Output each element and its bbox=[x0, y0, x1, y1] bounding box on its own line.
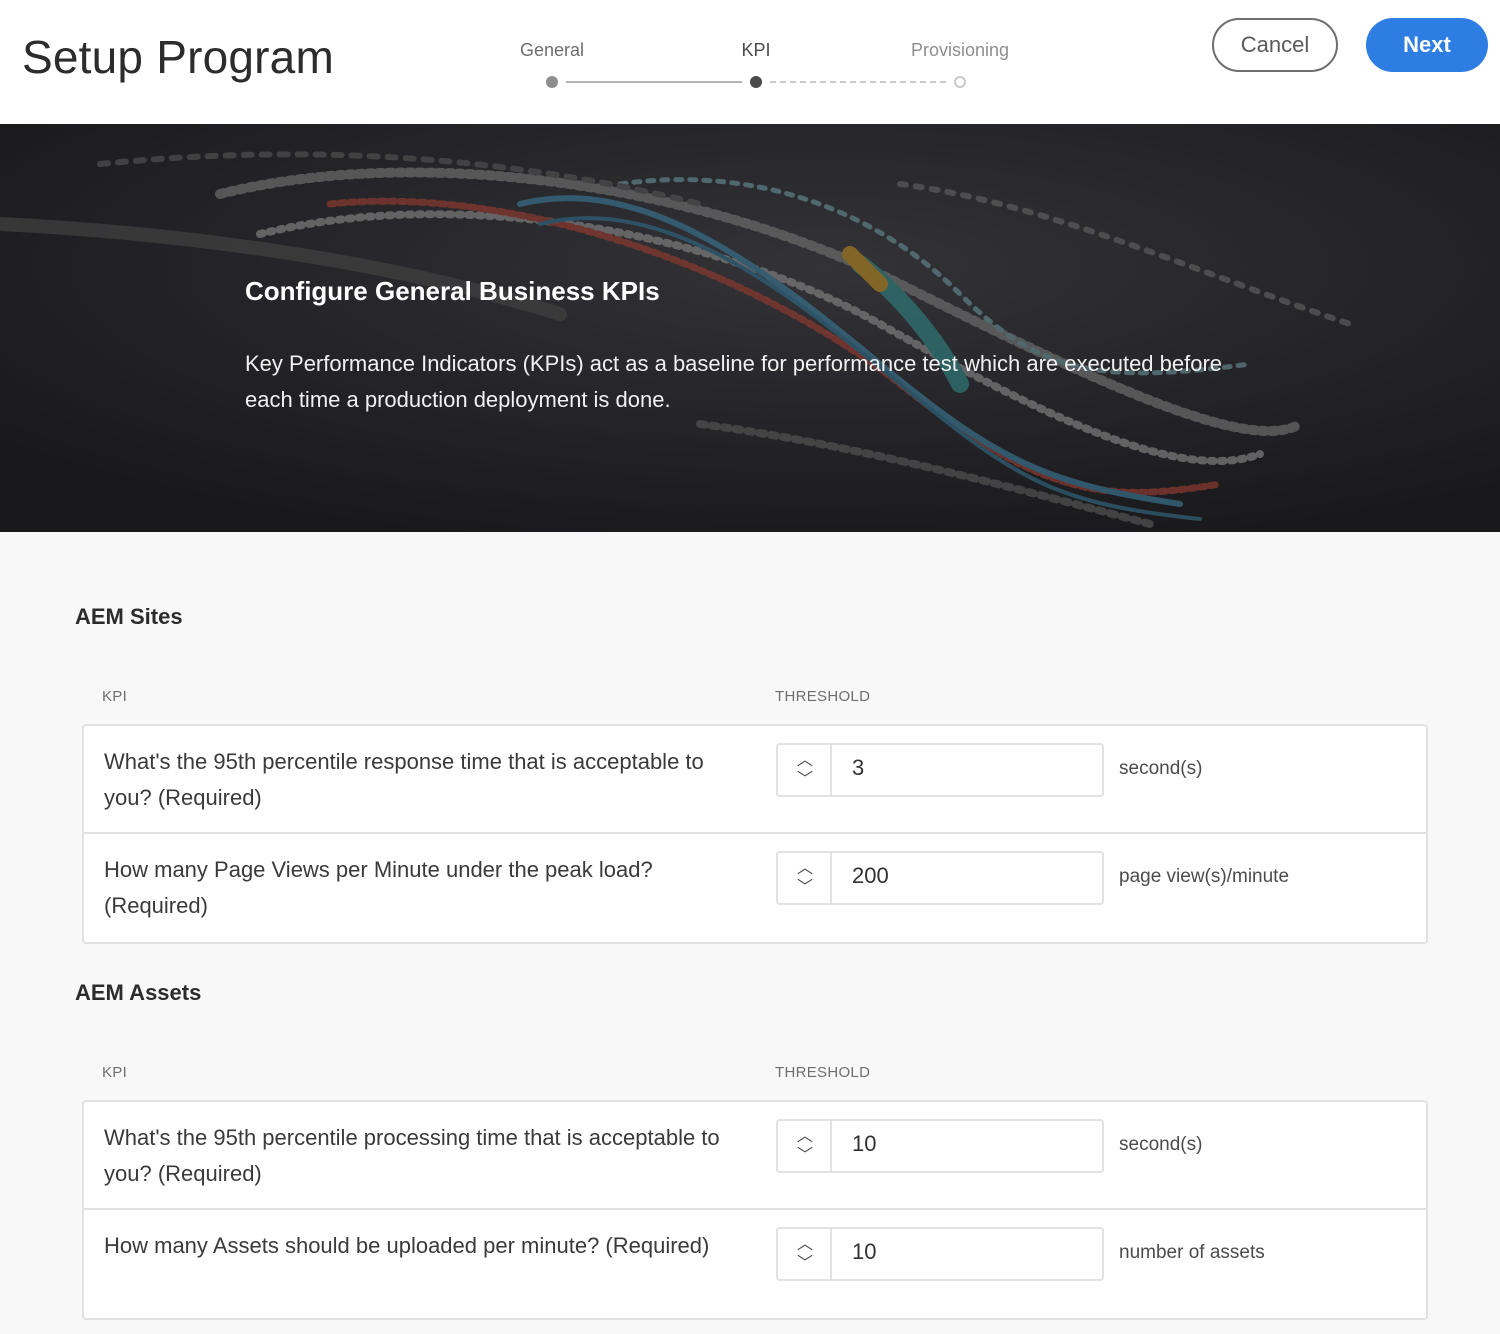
table-row: What's the 95th percentile response time… bbox=[84, 726, 1426, 834]
threshold-unit: page view(s)/minute bbox=[1119, 866, 1290, 887]
step-connector-done bbox=[566, 81, 742, 83]
kpi-question: What's the 95th percentile processing ti… bbox=[104, 1125, 720, 1186]
number-spinner[interactable]: ︿ ﹀ bbox=[778, 1229, 832, 1279]
hero-banner: Configure General Business KPIs Key Perf… bbox=[0, 124, 1500, 532]
section-title-aem-sites: AEM Sites bbox=[75, 604, 183, 629]
number-spinner[interactable]: ︿ ﹀ bbox=[778, 853, 832, 903]
threshold-value[interactable]: 3 bbox=[852, 755, 864, 781]
step-connector-todo bbox=[770, 81, 946, 83]
chevron-down-icon[interactable]: ﹀ bbox=[778, 772, 832, 788]
step-provisioning-dot bbox=[954, 76, 966, 88]
page-title: Setup Program bbox=[22, 31, 334, 83]
threshold-number-field[interactable]: ︿ ﹀ 200 bbox=[776, 851, 1104, 905]
hero-title: Configure General Business KPIs bbox=[245, 276, 660, 306]
kpi-question: What's the 95th percentile response time… bbox=[104, 749, 704, 810]
table-row: How many Assets should be uploaded per m… bbox=[84, 1210, 1426, 1318]
threshold-unit: second(s) bbox=[1119, 1134, 1203, 1155]
progress-stepper: General KPI Provisioning bbox=[500, 38, 1020, 98]
table-row: How many Page Views per Minute under the… bbox=[84, 834, 1426, 942]
threshold-value[interactable]: 10 bbox=[852, 1131, 876, 1157]
chevron-up-icon[interactable]: ︿ bbox=[778, 753, 832, 769]
kpi-question: How many Assets should be uploaded per m… bbox=[104, 1233, 710, 1258]
threshold-column-header: THRESHOLD bbox=[775, 688, 871, 705]
chevron-up-icon[interactable]: ︿ bbox=[778, 1237, 832, 1253]
number-spinner[interactable]: ︿ ﹀ bbox=[778, 745, 832, 795]
section-title-aem-assets: AEM Assets bbox=[75, 980, 202, 1005]
threshold-number-field[interactable]: ︿ ﹀ 10 bbox=[776, 1119, 1104, 1173]
step-general-dot[interactable] bbox=[546, 76, 558, 88]
chevron-up-icon[interactable]: ︿ bbox=[778, 861, 832, 877]
kpi-question: How many Page Views per Minute under the… bbox=[104, 857, 653, 918]
cancel-button[interactable]: Cancel bbox=[1212, 18, 1338, 72]
hero-background-image bbox=[0, 124, 1500, 532]
number-spinner[interactable]: ︿ ﹀ bbox=[778, 1121, 832, 1171]
kpi-table-aem-assets: What's the 95th percentile processing ti… bbox=[82, 1100, 1428, 1320]
next-button[interactable]: Next bbox=[1366, 18, 1488, 72]
threshold-number-field[interactable]: ︿ ﹀ 10 bbox=[776, 1227, 1104, 1281]
chevron-up-icon[interactable]: ︿ bbox=[778, 1129, 832, 1145]
threshold-value[interactable]: 10 bbox=[852, 1239, 876, 1265]
kpi-table-aem-sites: What's the 95th percentile response time… bbox=[82, 724, 1428, 944]
kpi-column-header: KPI bbox=[102, 1064, 128, 1081]
chevron-down-icon[interactable]: ﹀ bbox=[778, 1148, 832, 1164]
step-provisioning-label: Provisioning bbox=[910, 40, 1010, 60]
step-general-label[interactable]: General bbox=[520, 40, 584, 61]
threshold-number-field[interactable]: ︿ ﹀ 3 bbox=[776, 743, 1104, 797]
threshold-column-header: THRESHOLD bbox=[775, 1064, 871, 1081]
hero-description: Key Performance Indicators (KPIs) act as… bbox=[245, 351, 1223, 412]
threshold-unit: second(s) bbox=[1119, 758, 1203, 779]
threshold-unit: number of assets bbox=[1119, 1242, 1265, 1263]
step-kpi-dot[interactable] bbox=[750, 76, 762, 88]
table-row: What's the 95th percentile processing ti… bbox=[84, 1102, 1426, 1210]
kpi-column-header: KPI bbox=[102, 688, 128, 705]
step-kpi-label[interactable]: KPI bbox=[741, 40, 770, 61]
chevron-down-icon[interactable]: ﹀ bbox=[778, 880, 832, 896]
header: Setup Program General KPI Provisioning C… bbox=[0, 0, 1500, 124]
chevron-down-icon[interactable]: ﹀ bbox=[778, 1256, 832, 1272]
threshold-value[interactable]: 200 bbox=[852, 863, 889, 889]
